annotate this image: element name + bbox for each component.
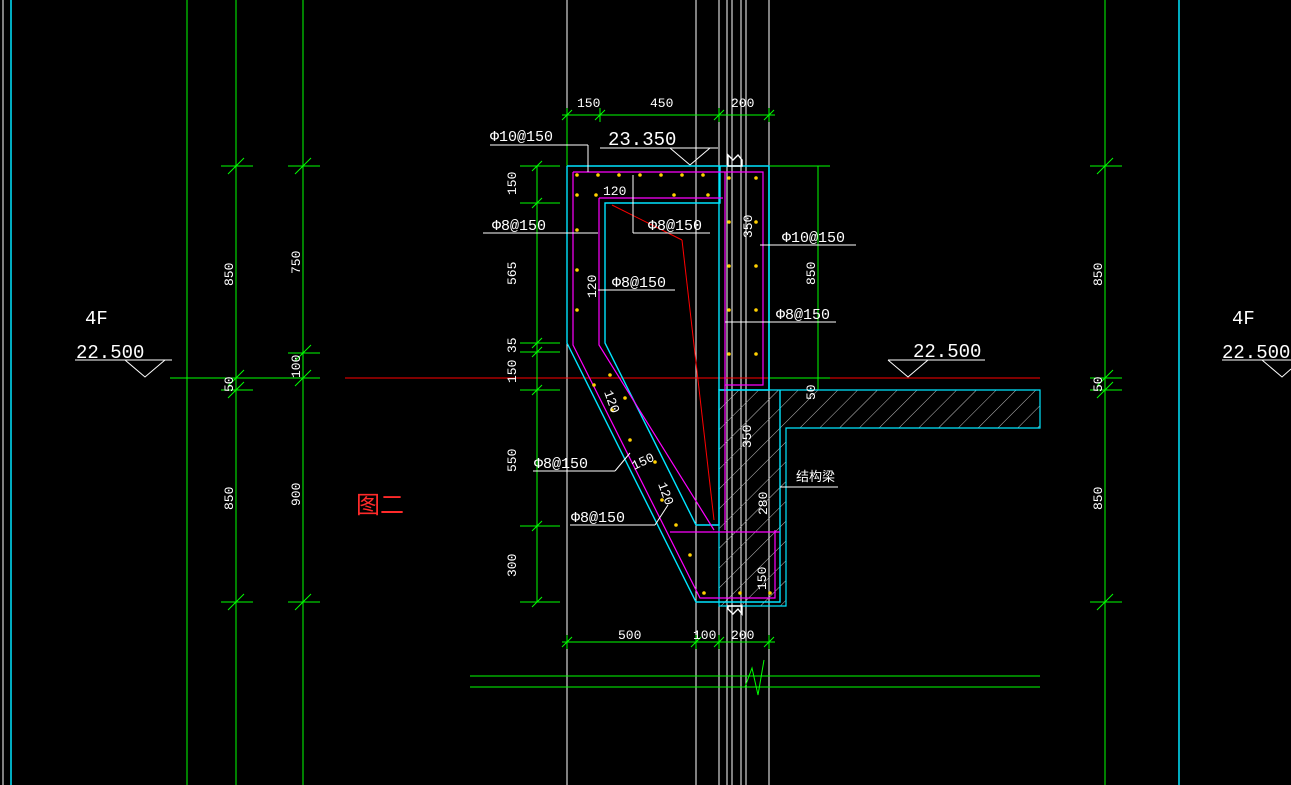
rebar-label-4: Φ8@150 [612, 275, 666, 292]
right-inner-dim-3: 50 [804, 384, 819, 400]
rebar-label-5: Φ10@150 [782, 230, 845, 247]
bottom-dim-1: 500 [618, 628, 641, 643]
right-inner-dim-1: 350 [741, 215, 756, 238]
col-a-dim-1: 850 [222, 263, 237, 286]
elevation-right: 22.500 [1222, 342, 1290, 364]
section-dim-120a: 120 [603, 184, 626, 199]
left-dim-4: 150 [505, 360, 520, 383]
col-a-dim-2: 50 [222, 376, 237, 392]
section-dim-150b: 150 [755, 567, 770, 590]
section-dim-120c: 120 [600, 388, 622, 415]
right-dimension-chain [770, 157, 1122, 611]
elevation-mid: 22.500 [913, 341, 981, 363]
top-dim-2: 450 [650, 96, 673, 111]
col-a-dim-3: 850 [222, 487, 237, 510]
rebar-label-3: Φ8@150 [648, 218, 702, 235]
section-dim-120b: 120 [585, 275, 600, 298]
col-b-dim-1: 750 [289, 251, 304, 274]
right-col-dim-1: 850 [1091, 263, 1106, 286]
col-b-dim-2: 100 [289, 355, 304, 378]
beam-label: 结构梁 [796, 470, 835, 485]
cad-drawing: 4F 22.500 4F 22.500 22.500 23.350 图二 150… [2, 0, 1291, 785]
elevation-markers [75, 147, 1291, 378]
left-dim-3: 35 [505, 337, 520, 353]
right-inner-dim-2: 850 [804, 262, 819, 285]
elevation-top: 23.350 [608, 129, 676, 151]
section-dim-280: 280 [756, 492, 771, 515]
bottom-dim-2: 100 [693, 628, 716, 643]
col-b-dim-3: 900 [289, 483, 304, 506]
rebar-label-7: Φ8@150 [534, 456, 588, 473]
rebar-label-8: Φ8@150 [571, 510, 625, 527]
elevation-left: 22.500 [76, 342, 144, 364]
section-dim-350b: 350 [740, 425, 755, 448]
red-centerline [611, 204, 715, 521]
left-dim-1: 150 [505, 172, 520, 195]
top-dim-3: 200 [731, 96, 754, 111]
left-dim-6: 300 [505, 554, 520, 577]
rebar-label-6: Φ8@150 [776, 307, 830, 324]
figure-label: 图二 [356, 491, 404, 519]
floor-label-right: 4F [1232, 308, 1255, 330]
bottom-dim-3: 200 [731, 628, 754, 643]
top-dim-1: 150 [577, 96, 600, 111]
rebar-label-2: Φ8@150 [492, 218, 546, 235]
left-dim-2: 565 [505, 262, 520, 285]
rebar-label-1: Φ10@150 [490, 129, 553, 146]
section-dim-120d: 120 [654, 480, 676, 507]
floor-label-left: 4F [85, 308, 108, 330]
section-dim-150: 150 [629, 450, 657, 473]
right-col-dim-2: 50 [1091, 376, 1106, 392]
right-col-dim-3: 850 [1091, 487, 1106, 510]
left-dim-5: 550 [505, 449, 520, 472]
